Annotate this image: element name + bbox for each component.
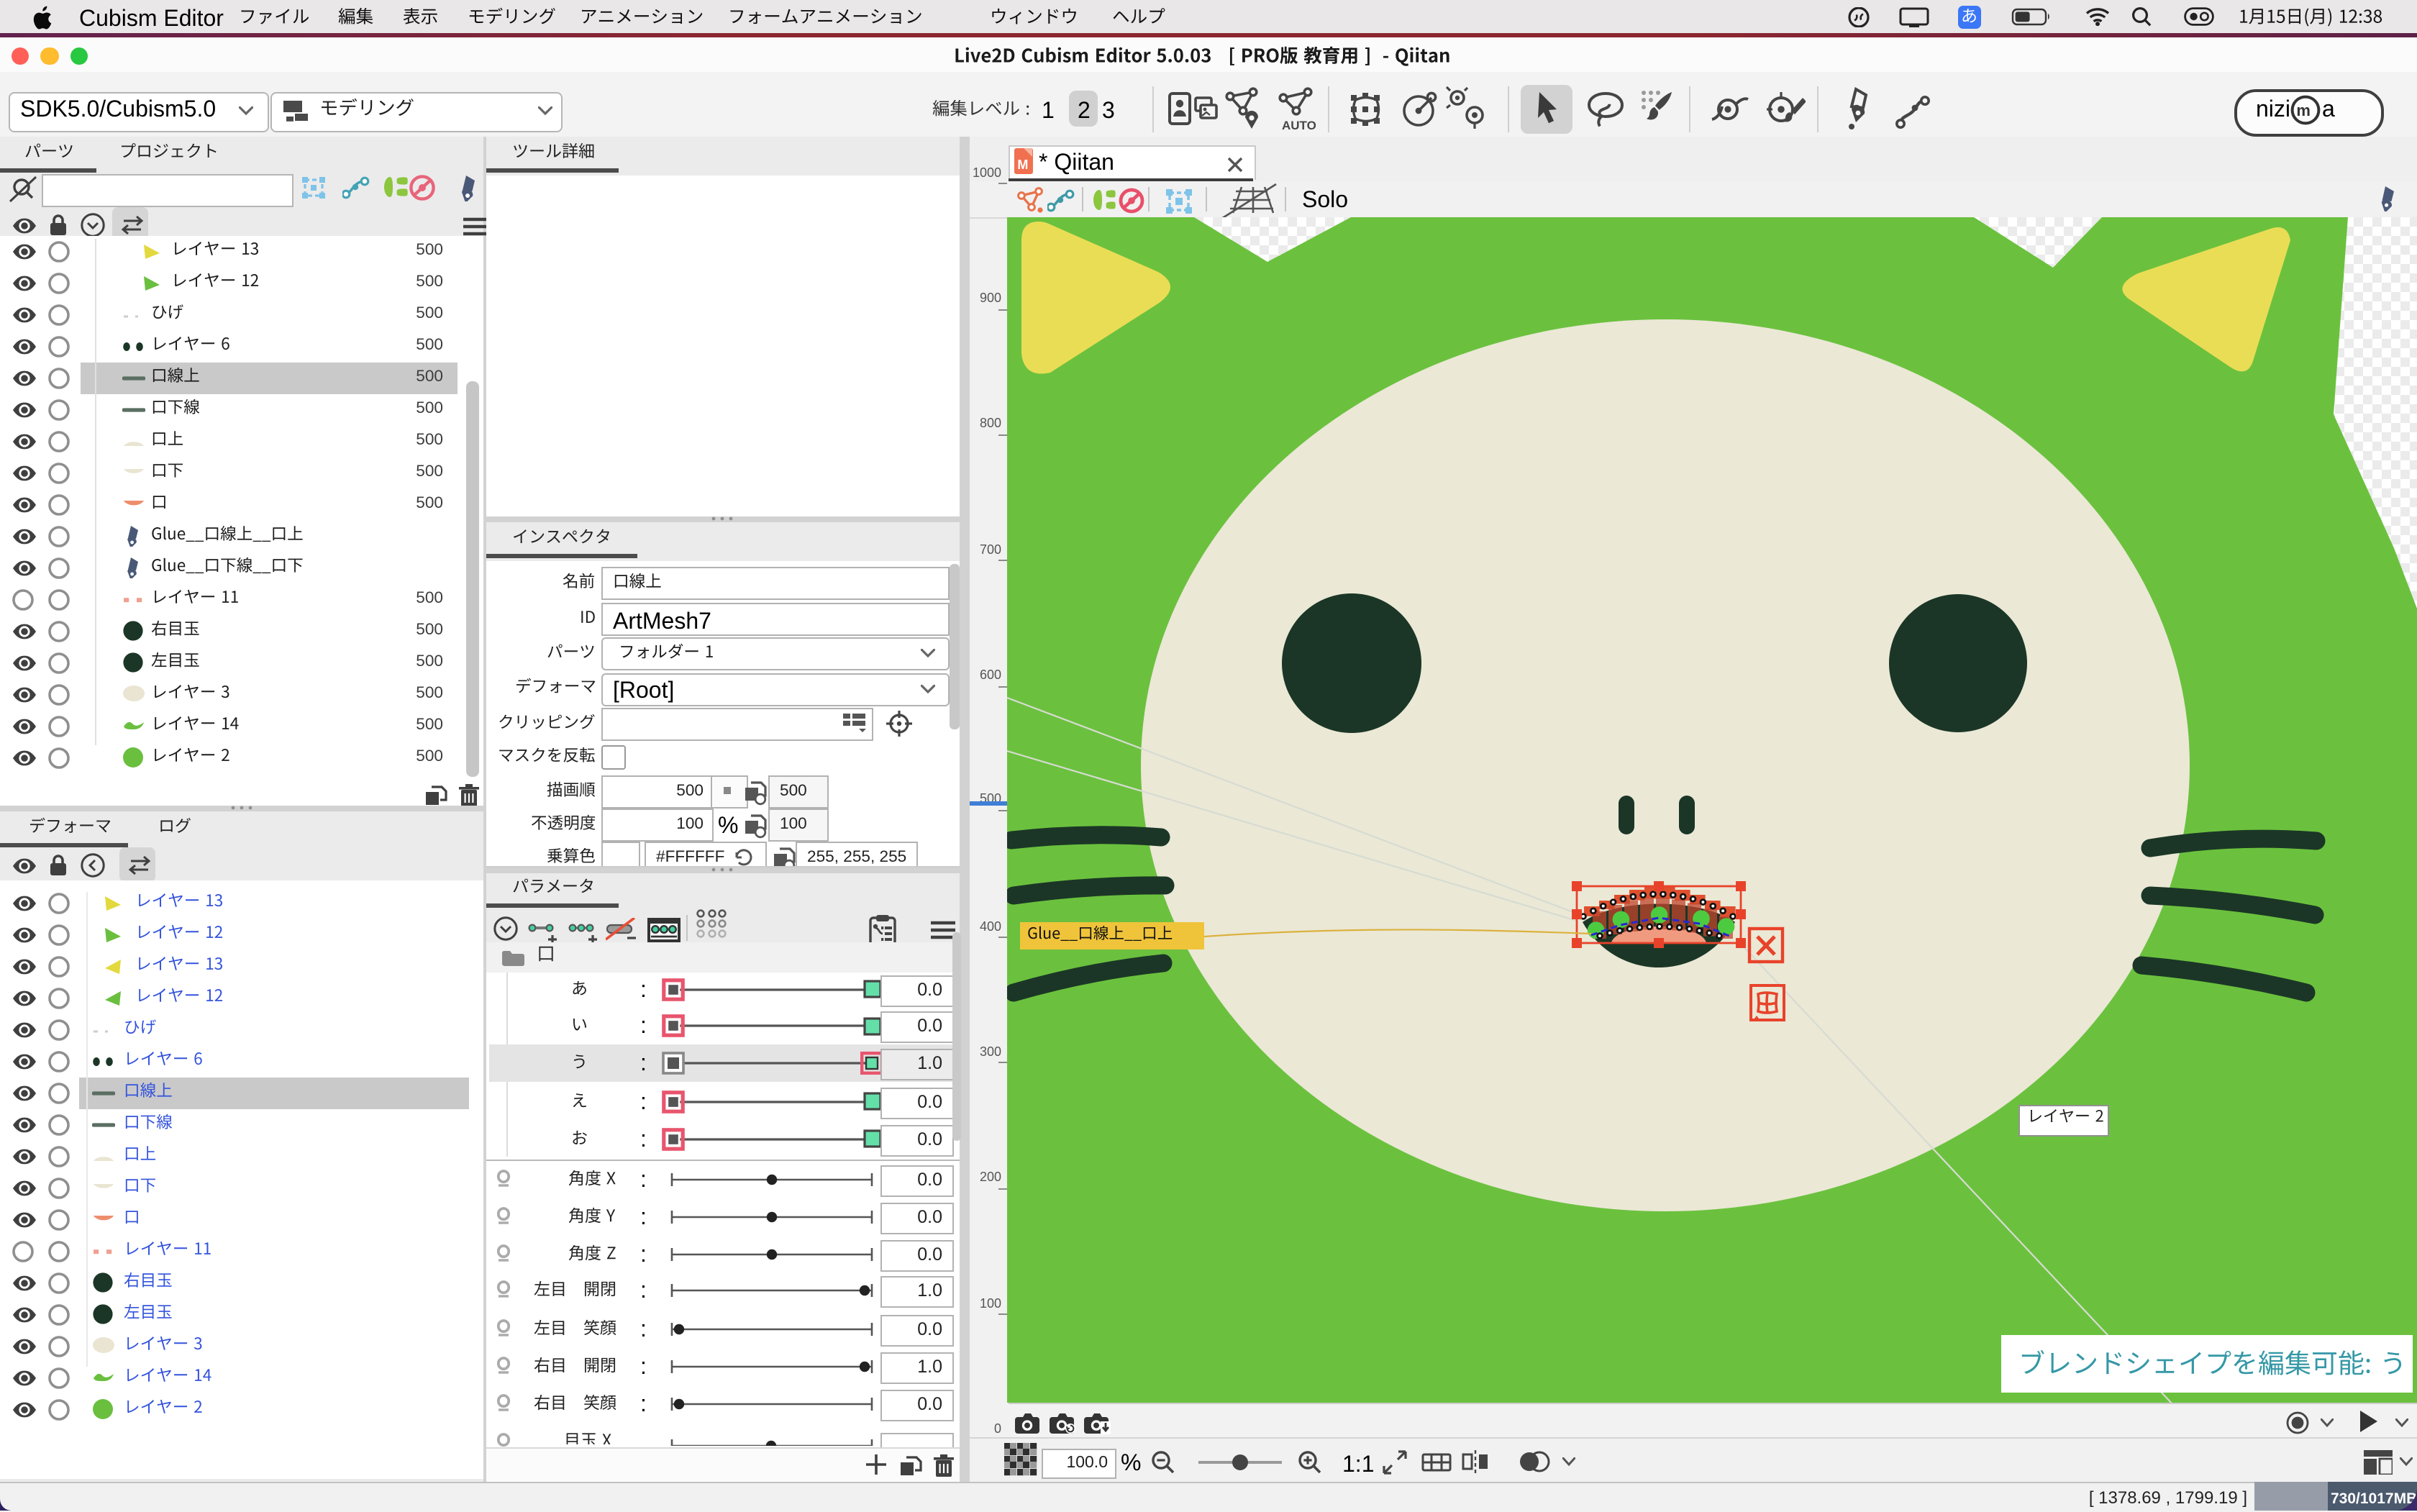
svg-text:AUTO: AUTO [1282,119,1316,131]
svg-text:m: m [2296,101,2311,119]
svg-text:M: M [1017,157,1028,171]
